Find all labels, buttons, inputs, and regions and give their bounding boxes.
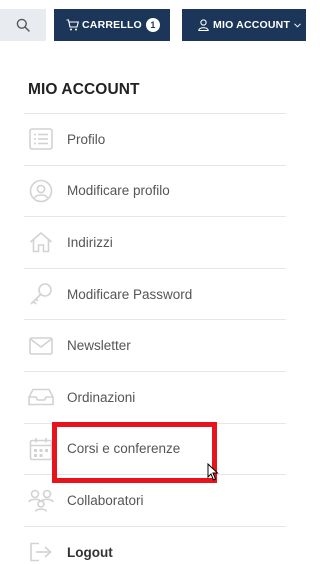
menu-item-ordinazioni[interactable]: Ordinazioni [24,370,286,423]
top-bar: CARRELLO 1 MIO ACCOUNT [0,0,306,50]
cart-button[interactable]: CARRELLO 1 [54,9,170,41]
inbox-icon [28,385,54,409]
key-icon [28,282,54,306]
cart-count-badge: 1 [145,18,160,32]
menu-item-label: Newsletter [67,338,131,354]
menu-item-label: Indirizzi [67,234,113,250]
search-button[interactable] [0,9,46,41]
account-button[interactable]: MIO ACCOUNT [182,9,306,41]
chevron-down-icon [294,22,301,28]
menu-item-modificare-password[interactable]: Modificare Password [24,267,286,320]
menu-item-profilo[interactable]: Profilo [24,113,286,165]
users-icon [28,488,54,513]
menu-item-label: Profilo [67,131,106,147]
account-label: MIO ACCOUNT [213,19,291,31]
panel-title: MIO ACCOUNT [28,81,140,98]
calendar-icon [28,437,54,461]
menu-item-label: Logout [67,544,113,560]
menu-item-logout[interactable]: Logout [24,525,286,564]
home-icon [28,230,54,254]
menu-item-label: Collaboratori [67,492,144,508]
menu-item-label: Modificare profilo [67,183,170,199]
menu-item-modificare-profilo[interactable]: Modificare profilo [24,164,286,217]
menu-item-label: Ordinazioni [67,389,136,405]
list-icon [28,127,54,151]
account-menu: Profilo Modificare profilo Indirizzi Mod… [24,113,286,564]
cart-icon [66,19,79,31]
envelope-icon [28,334,54,358]
highlight-box [52,422,217,483]
user-icon [198,19,209,31]
menu-item-indirizzi[interactable]: Indirizzi [24,216,286,268]
cart-label: CARRELLO [82,19,142,31]
sign-out-icon [28,540,54,564]
menu-item-label: Modificare Password [67,286,193,302]
search-icon [16,18,30,32]
menu-item-newsletter[interactable]: Newsletter [24,319,286,371]
mouse-cursor-icon [207,463,219,481]
user-circle-icon [28,179,54,203]
